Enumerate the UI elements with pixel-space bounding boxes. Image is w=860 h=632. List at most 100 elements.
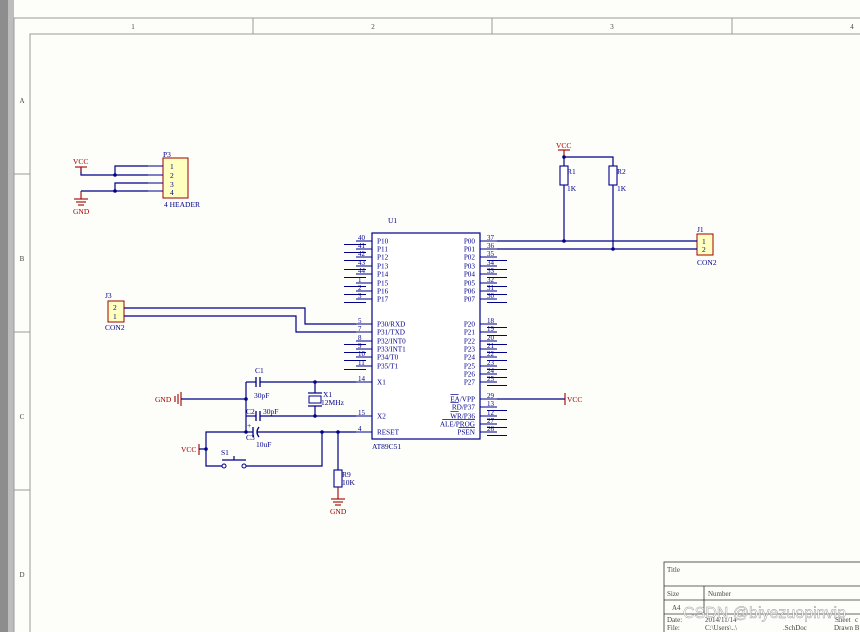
- gnd-label-p3: GND: [73, 207, 90, 216]
- pin-name: X1: [377, 379, 386, 387]
- pin-number: 2: [358, 284, 362, 292]
- c3-designator: C3: [246, 433, 255, 442]
- p3-pin-4: 4: [170, 188, 174, 197]
- j1-designator: J1: [697, 225, 704, 234]
- c1-designator: C1: [255, 366, 264, 375]
- j1-pin-2: 2: [702, 245, 706, 254]
- window-edge: [0, 0, 8, 632]
- pin-number: 26: [487, 425, 495, 433]
- j3-pin-1: 1: [113, 312, 117, 321]
- u1-designator: U1: [388, 216, 397, 225]
- r1-value: 1K: [567, 184, 577, 193]
- pin-number: 8: [358, 334, 362, 342]
- vcc-label-ea: VCC: [567, 395, 582, 404]
- pin-name: P16: [377, 288, 389, 296]
- p3-pin-1: 1: [170, 162, 174, 171]
- pin-name: P10: [377, 238, 389, 246]
- column-label-4: 4: [850, 23, 854, 31]
- pin-name: P22: [464, 338, 476, 346]
- number-label: Number: [708, 590, 732, 598]
- vcc-symbol-ea: VCC: [564, 393, 582, 405]
- pin-name: P20: [464, 321, 476, 329]
- gnd-label-reset: GND: [330, 507, 347, 516]
- pin-name: P12: [377, 254, 389, 262]
- pin-name: P33/INT1: [377, 346, 406, 354]
- pin-name: P24: [464, 354, 476, 362]
- file-extension: .SchDoc: [783, 624, 807, 632]
- size-label: Size: [667, 590, 679, 598]
- vcc-symbol-reset: VCC: [181, 444, 200, 455]
- j3-value: CON2: [105, 323, 125, 332]
- pin-name: P03: [464, 263, 476, 271]
- pin-name: P21: [464, 329, 476, 337]
- title-label: Title: [667, 566, 680, 574]
- row-label-c: C: [20, 413, 25, 421]
- pin-number: 20: [487, 334, 495, 342]
- pin-number: 14: [358, 375, 366, 383]
- row-label-b: B: [20, 255, 25, 263]
- pin-number: 42: [358, 250, 366, 258]
- pin-number: 29: [487, 392, 495, 400]
- p3-value: 4 HEADER: [164, 200, 200, 209]
- pin-name: RESET: [377, 429, 400, 437]
- pin-name: P30/RXD: [377, 321, 405, 329]
- c2-value: 30pF: [263, 407, 278, 416]
- pin-name: P02: [464, 254, 476, 262]
- c1-value: 30pF: [254, 391, 269, 400]
- pin-number: 27: [487, 417, 495, 425]
- r2-value: 1K: [617, 184, 627, 193]
- pin-number: 33: [487, 267, 495, 275]
- row-label-d: D: [19, 571, 24, 579]
- pin-number: 21: [487, 342, 495, 350]
- pin-name: RD/P37: [452, 404, 476, 412]
- u1-value: AT89C51: [372, 442, 401, 451]
- pin-number: 9: [358, 342, 362, 350]
- pin-number: 7: [358, 325, 362, 333]
- vcc-label-reset: VCC: [181, 445, 196, 454]
- pin-number: 36: [487, 242, 495, 250]
- j3-designator: J3: [105, 291, 112, 300]
- pin-number: 3: [358, 292, 362, 300]
- p3-pin-2: 2: [170, 171, 174, 180]
- pin-name: P13: [377, 263, 389, 271]
- pin-name: X2: [377, 413, 386, 421]
- drawn-label: Drawn B: [834, 624, 860, 632]
- file-label: File:: [667, 624, 680, 632]
- pin-number: 30: [487, 292, 495, 300]
- p3-designator: P3: [163, 150, 171, 159]
- pin-number: 4: [358, 425, 362, 433]
- window-edge-inner: [8, 0, 14, 632]
- pin-number: 32: [487, 276, 495, 284]
- column-label-1: 1: [131, 23, 135, 31]
- pin-number: 41: [358, 242, 366, 250]
- pin-number: 34: [487, 259, 495, 267]
- pin-number: 22: [487, 350, 495, 358]
- pin-name: P34/T0: [377, 354, 399, 362]
- pin-name: P35/T1: [377, 363, 399, 371]
- c2-designator: C2: [246, 407, 255, 416]
- pin-number: 31: [487, 284, 495, 292]
- file-value: C:\Users\..\: [705, 624, 737, 632]
- pin-name: PSEN: [457, 429, 475, 437]
- pin-number: 15: [358, 409, 366, 417]
- pin-name: P07: [464, 296, 476, 304]
- pin-name: P17: [377, 296, 389, 304]
- column-label-2: 2: [371, 23, 375, 31]
- svg-text:+: +: [247, 421, 251, 430]
- row-label-a: A: [19, 97, 24, 105]
- pin-number: 35: [487, 250, 495, 258]
- pin-number: 13: [487, 400, 495, 408]
- schematic-sheet: 1 2 3 4 A B C D P3 4 HEADER 1 2 3 4 VCC: [0, 0, 860, 632]
- pin-number: 25: [487, 375, 495, 383]
- pin-name: P25: [464, 363, 476, 371]
- pin-name: P27: [464, 379, 476, 387]
- pin-name: P11: [377, 246, 388, 254]
- watermark: CSDN @biyezuopinvip: [683, 605, 846, 622]
- c3-value: 10uF: [256, 440, 271, 449]
- gnd-label-osc: GND: [155, 395, 172, 404]
- pin-name: P00: [464, 238, 476, 246]
- column-label-3: 3: [610, 23, 614, 31]
- vcc-label-r: VCC: [556, 141, 571, 150]
- pin-number: 10: [358, 350, 366, 358]
- j1-value: CON2: [697, 258, 717, 267]
